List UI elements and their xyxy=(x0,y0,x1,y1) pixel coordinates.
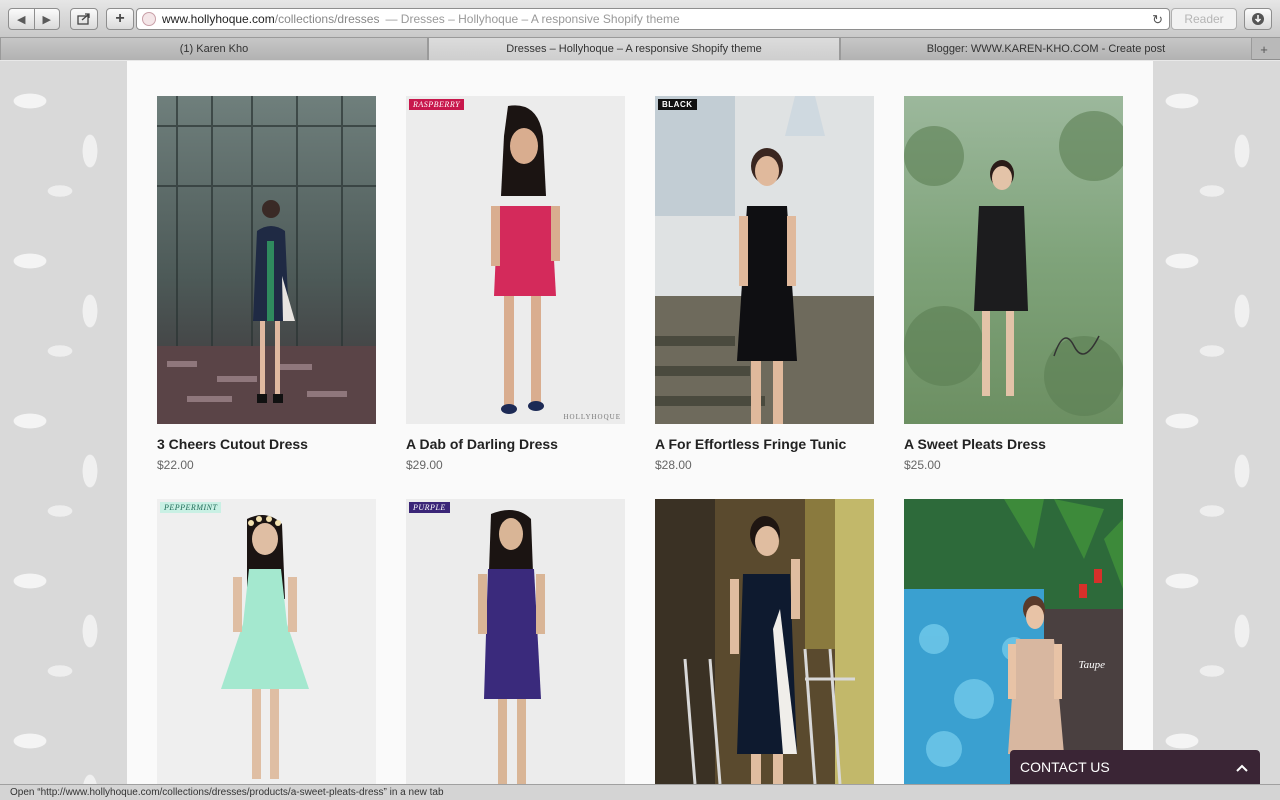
product-title[interactable]: A Sweet Pleats Dress xyxy=(904,436,1046,452)
status-bar: Open “http://www.hollyhoque.com/collecti… xyxy=(0,784,1280,800)
contact-us-widget[interactable]: CONTACT US xyxy=(1010,750,1260,784)
tab-karen-kho[interactable]: (1) Karen Kho xyxy=(0,38,428,60)
taupe-watermark: Taupe xyxy=(1078,659,1106,671)
color-badge: RASPBERRY xyxy=(409,99,465,110)
history-buttons: ◀ ▶ xyxy=(8,8,60,30)
color-badge: PEPPERMINT xyxy=(160,502,222,513)
tab-dresses[interactable]: Dresses – Hollyhoque – A responsive Shop… xyxy=(428,38,840,60)
download-icon xyxy=(1252,13,1264,25)
new-tab-button[interactable]: + xyxy=(106,8,134,30)
forward-button[interactable]: ▶ xyxy=(33,9,60,29)
color-badge: BLACK xyxy=(658,99,697,110)
plus-icon: + xyxy=(115,10,125,27)
arrow-left-icon: ◀ xyxy=(17,13,26,26)
product-title[interactable]: 3 Cheers Cutout Dress xyxy=(157,436,308,452)
site-favicon-icon xyxy=(142,12,156,26)
contact-us-label: CONTACT US xyxy=(1020,759,1110,775)
url-path: /collections/dresses xyxy=(274,12,380,26)
product-price: $28.00 xyxy=(655,458,692,472)
product-image[interactable]: PEPPERMINT xyxy=(157,499,376,784)
address-bar[interactable]: www.hollyhoque.com /collections/dresses … xyxy=(136,8,1170,30)
color-badge: PURPLE xyxy=(409,502,450,513)
tab-blogger[interactable]: Blogger: WWW.KAREN-KHO.COM - Create post xyxy=(840,38,1252,60)
reader-button[interactable]: Reader xyxy=(1171,8,1237,30)
product-price: $22.00 xyxy=(157,458,194,472)
product-title[interactable]: A For Effortless Fringe Tunic xyxy=(655,436,846,452)
product-image[interactable]: RASPBERRY HOLLYHOQUE xyxy=(406,96,625,424)
share-icon xyxy=(77,13,90,25)
add-tab-icon[interactable]: + xyxy=(1254,40,1274,58)
product-price: $25.00 xyxy=(904,458,941,472)
product-image[interactable] xyxy=(904,96,1123,424)
downloads-button[interactable] xyxy=(1244,8,1272,30)
tab-bar: (1) Karen Kho Dresses – Hollyhoque – A r… xyxy=(0,38,1280,60)
reload-icon[interactable]: ↻ xyxy=(1152,12,1163,28)
product-image[interactable]: Taupe xyxy=(904,499,1123,784)
chevron-up-icon[interactable] xyxy=(1236,759,1248,775)
brand-watermark: HOLLYHOQUE xyxy=(563,413,621,421)
back-button[interactable]: ◀ xyxy=(9,9,34,29)
product-price: $29.00 xyxy=(406,458,443,472)
url-page-title: — Dresses – Hollyhoque – A responsive Sh… xyxy=(385,12,680,26)
product-grid: 3 Cheers Cutout Dress $22.00 RASPBERRY H… xyxy=(127,61,1153,784)
browser-toolbar: ◀ ▶ + www.hollyhoque.com /collections/dr… xyxy=(0,0,1280,38)
product-image[interactable] xyxy=(157,96,376,424)
product-image[interactable]: BLACK xyxy=(655,96,874,424)
product-title[interactable]: A Dab of Darling Dress xyxy=(406,436,558,452)
product-image[interactable] xyxy=(655,499,874,784)
url-host: www.hollyhoque.com xyxy=(162,12,275,26)
product-image[interactable]: PURPLE xyxy=(406,499,625,784)
share-button[interactable] xyxy=(70,8,98,30)
page-viewport: 3 Cheers Cutout Dress $22.00 RASPBERRY H… xyxy=(0,61,1280,784)
arrow-right-icon: ▶ xyxy=(42,13,51,26)
